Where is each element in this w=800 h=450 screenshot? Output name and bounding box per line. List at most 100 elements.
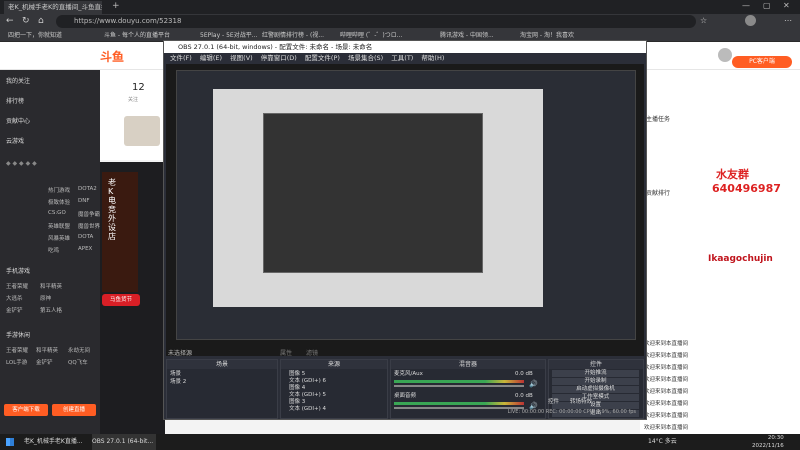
right-pane: 主播任务 贡献排行 水友群 640496987 Ikaagochujin 欢迎来… [640, 70, 800, 434]
avatar[interactable] [745, 15, 756, 26]
studio-mode-button[interactable]: 工作室模式 [552, 394, 639, 401]
speaker-icon[interactable]: 🔊 [529, 380, 538, 388]
start-recording-button[interactable]: 开始录制 [552, 378, 639, 385]
source-item[interactable]: 图像 5 [289, 371, 305, 378]
refresh-icon[interactable]: ↻ [22, 16, 30, 26]
clock[interactable]: 20:30 2022/11/16 [752, 434, 784, 450]
sidebar-section-title: 手游休闲 [6, 332, 31, 339]
home-icon[interactable]: ⌂ [38, 16, 44, 26]
weather[interactable]: 14°C 多云 [648, 434, 677, 450]
windows-start-icon[interactable] [6, 438, 14, 446]
sidebar-game[interactable]: 风暴英雄 [48, 234, 70, 242]
stream-left-panel: 老K电竞外设店 马鱼货节 [100, 162, 165, 434]
sidebar-game[interactable]: 金铲铲 [6, 306, 23, 314]
scene-item[interactable]: 场景 [170, 371, 181, 378]
close-icon[interactable]: ✕ [783, 1, 790, 10]
sidebar-game[interactable]: LOL手游 [6, 358, 27, 366]
filters-button[interactable]: 滤镜 [306, 348, 318, 357]
menu-edit[interactable]: 编辑(E) [200, 54, 222, 62]
virtual-camera-button[interactable]: 启动虚拟摄像机 [552, 386, 639, 393]
mixer-channel-level: 0.0 dB [515, 393, 533, 399]
client-download-button[interactable]: 客户端下载 [4, 404, 48, 416]
scene-item[interactable]: 场景 2 [170, 379, 186, 386]
url-input[interactable]: https://www.douyu.com/52318 [56, 15, 696, 28]
sidebar-game[interactable]: 魔兽争霸 [78, 210, 100, 218]
sidebar-game[interactable]: DOTA [78, 234, 93, 240]
address-bar: ← ↻ ⌂ https://www.douyu.com/52318 ☆ ⋯ [0, 14, 800, 30]
sidebar-game[interactable]: 热门游戏 [48, 186, 70, 194]
minimize-icon[interactable]: — [742, 1, 750, 10]
mixer-channel-name: 麦克风/Aux [394, 371, 423, 377]
sidebar-game[interactable]: CS:GO [48, 210, 66, 216]
sidebar-item-contrib[interactable]: 贡献中心 [6, 116, 30, 127]
bookmark-item[interactable]: 四把一下，你就知道 [8, 30, 62, 42]
new-tab-icon[interactable]: + [112, 1, 120, 11]
start-streaming-button[interactable]: 开始推流 [552, 370, 639, 377]
tab-controls[interactable]: 控件 [548, 397, 559, 405]
source-item[interactable]: 图像 4 [289, 385, 305, 392]
properties-button[interactable]: 属性 [280, 348, 292, 357]
clock-date: 2022/11/16 [752, 443, 784, 449]
star-icon[interactable]: ☆ [700, 16, 707, 25]
watermark-group: 水友群 [716, 168, 749, 181]
sidebar-game[interactable]: 魔兽世界 [78, 222, 100, 230]
back-icon[interactable]: ← [6, 16, 14, 26]
menu-docks[interactable]: 停靠窗口(D) [261, 54, 297, 62]
menu-view[interactable]: 视图(V) [230, 54, 253, 62]
sidebar-game[interactable]: 大逃杀 [6, 294, 23, 302]
sidebar-game[interactable]: 金铲铲 [36, 358, 53, 366]
menu-scene-collection[interactable]: 场景集合(S) [348, 54, 383, 62]
mixer-channel-level: 0.0 dB [515, 371, 533, 377]
sidebar-game[interactable]: 王者荣耀 [6, 282, 28, 290]
clock-time: 20:30 [767, 435, 784, 441]
pc-client-button[interactable]: PC客户端 [732, 56, 792, 68]
taskbar-app-obs[interactable]: OBS 27.0.1 (64-bit... [92, 434, 156, 450]
sidebar-item-follow[interactable]: 我的关注 [6, 76, 30, 87]
menu-profile[interactable]: 配置文件(P) [305, 54, 340, 62]
more-icon[interactable]: ⋯ [784, 16, 792, 25]
sidebar-game[interactable]: APEX [78, 246, 92, 252]
source-item[interactable]: 图像 3 [289, 399, 305, 406]
mixer-channel-name: 桌面音频 [394, 393, 417, 399]
sidebar-game[interactable]: DNF [78, 198, 90, 204]
user-avatar[interactable] [718, 48, 732, 62]
rank-title: 贡献排行 [646, 190, 671, 197]
taskbar-app-browser[interactable]: 老K_机械手老K直播... [24, 434, 88, 450]
recursive-preview [176, 70, 636, 340]
menu-tools[interactable]: 工具(T) [391, 54, 413, 62]
sidebar-game[interactable]: 第五人格 [40, 306, 62, 314]
mixer-header: 混音器 [391, 360, 545, 369]
sidebar-item-cloud[interactable]: 云游戏 [6, 136, 24, 147]
scenes-header: 场景 [167, 360, 277, 369]
browser-tab-active[interactable]: 老K_机械手老K的直播间_斗鱼直播 [4, 1, 102, 14]
sidebar-game[interactable]: 吃鸡 [48, 246, 59, 254]
source-item[interactable]: 文本 (GDI+) 6 [289, 378, 326, 385]
source-item[interactable]: 文本 (GDI+) 5 [289, 392, 326, 399]
create-stream-button[interactable]: 创建直播 [52, 404, 96, 416]
sidebar-game[interactable]: 原神 [40, 294, 51, 302]
volume-meter [394, 402, 524, 405]
stream-badge[interactable]: 马鱼货节 [102, 294, 140, 306]
obs-menubar: 文件(F) 编辑(E) 视图(V) 停靠窗口(D) 配置文件(P) 场景集合(S… [164, 53, 646, 64]
sidebar-icons: ◆ ◆ ◆ ◆ ◆ [6, 160, 37, 167]
menu-help[interactable]: 帮助(H) [421, 54, 444, 62]
sidebar-game[interactable]: 王者荣耀 [6, 346, 28, 354]
watermark-name: Ikaagochujin [708, 254, 773, 264]
chat-line: 欢迎来到本直播间 [644, 353, 689, 359]
menu-file[interactable]: 文件(F) [170, 54, 192, 62]
obs-window: OBS 27.0.1 (64-bit, windows) - 配置文件: 未命名… [163, 40, 647, 420]
obs-preview[interactable] [166, 64, 644, 356]
sidebar-game[interactable]: DOTA2 [78, 186, 97, 192]
sidebar-game[interactable]: 极致体验 [48, 198, 70, 206]
sidebar-item-rank[interactable]: 排行榜 [6, 96, 24, 107]
tab-transitions[interactable]: 转场特效 [570, 397, 592, 405]
sidebar-game[interactable]: 英雄联盟 [48, 222, 70, 230]
sidebar-game[interactable]: 永劫无间 [68, 346, 90, 354]
bookmark-item[interactable]: 斗鱼 - 每个人的直播平台 [104, 30, 170, 42]
sidebar-game[interactable]: QQ飞车 [68, 358, 88, 366]
sidebar-game[interactable]: 和平精英 [36, 346, 58, 354]
douyu-logo[interactable]: 斗鱼 [100, 48, 124, 65]
maximize-icon[interactable]: ▢ [763, 1, 771, 10]
sidebar-game[interactable]: 和平精英 [40, 282, 62, 290]
volume-slider[interactable] [394, 385, 524, 387]
